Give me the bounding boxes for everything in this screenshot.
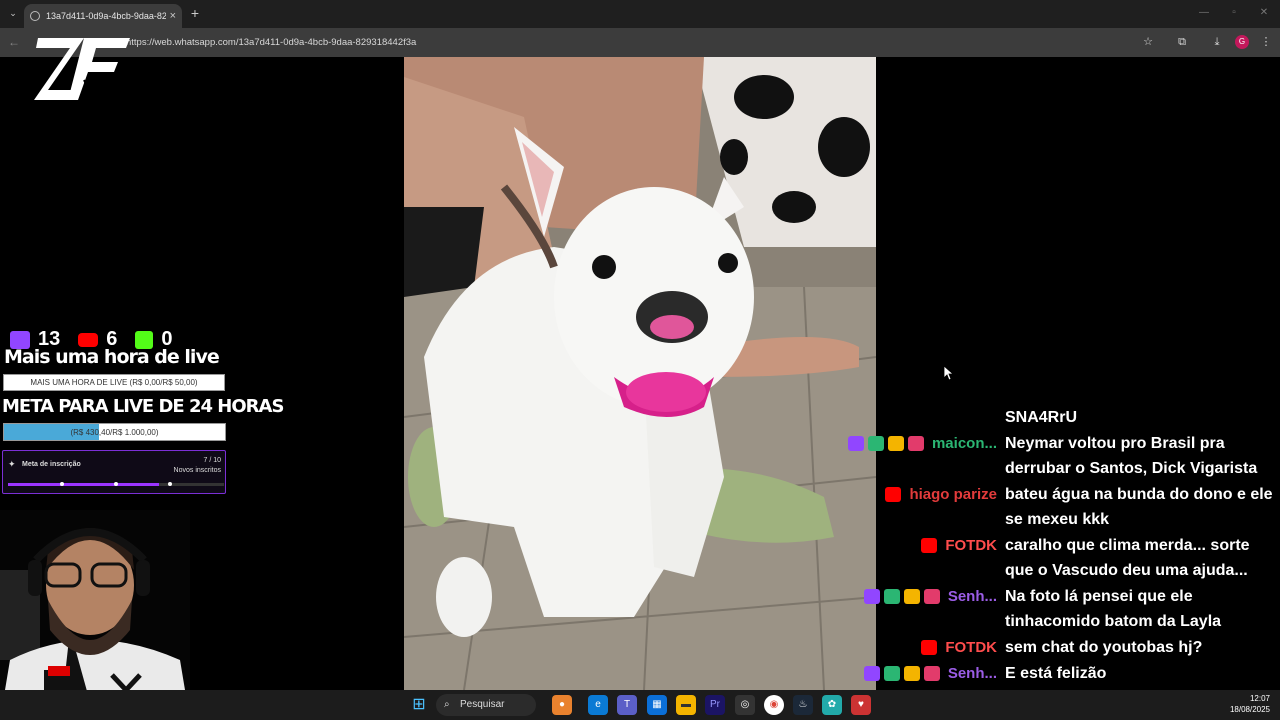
youtube-icon xyxy=(921,538,938,553)
chat-badge-icon xyxy=(887,436,904,451)
tab-close-icon[interactable]: × xyxy=(170,10,176,22)
star-icon: ✦ xyxy=(8,459,16,469)
store-icon[interactable]: ▦ xyxy=(647,695,667,715)
app-icon[interactable]: ✿ xyxy=(822,695,842,715)
taskbar-search[interactable]: ⌕ Pesquisar xyxy=(436,694,536,716)
sub-goal-marker xyxy=(60,482,64,486)
chat-message-text: Neymar voltou pro Brasil pra derrubar o … xyxy=(1005,435,1258,477)
chat-badge-icon xyxy=(883,666,900,681)
profile-avatar[interactable]: G xyxy=(1235,35,1249,49)
steam-icon[interactable]: ♨ xyxy=(793,695,813,715)
sub-goal-marker xyxy=(168,482,172,486)
sub-goal-marker xyxy=(114,482,118,486)
chat-badge-icon xyxy=(903,589,920,604)
chat-message-text: sem chat do youtobas hj? xyxy=(1005,639,1203,656)
chat-username[interactable]: Senh... xyxy=(948,584,997,609)
twitch-icon xyxy=(863,589,880,604)
chat-username[interactable]: FOTDK xyxy=(945,533,997,558)
goal-bar-1: MAIS UMA HORA DE LIVE (R$ 0,00/R$ 50,00) xyxy=(3,374,225,391)
chat-badge-icon xyxy=(923,589,940,604)
chat-badge-icon xyxy=(903,666,920,681)
chat-username[interactable]: maicon... xyxy=(932,431,997,456)
sub-goal-count: 7 / 10 Novos inscritos xyxy=(174,456,221,476)
sub-goal-widget: ✦ Meta de inscrição 7 / 10 Novos inscrit… xyxy=(2,450,226,494)
tab-title: 13a7d411-0d9a-4bcb-9daa-82 xyxy=(46,11,166,21)
sub-goal-track xyxy=(8,482,224,486)
twitch-icon xyxy=(847,436,864,451)
chat-message-text: Na foto lá pensei que ele tinhacomido ba… xyxy=(1005,588,1222,630)
globe-icon xyxy=(30,11,40,21)
url-field[interactable]: https://web.whatsapp.com/13a7d411-0d9a-4… xyxy=(126,37,416,48)
taskbar-widget-icon[interactable]: ● xyxy=(552,695,572,715)
minimize-icon[interactable]: — xyxy=(1196,6,1212,20)
sub-goal-count-value: 7 / 10 xyxy=(203,457,221,464)
premiere-icon[interactable]: Pr xyxy=(705,695,725,715)
windows-taskbar xyxy=(0,690,1280,720)
chat-username[interactable]: hiago parize xyxy=(909,482,997,507)
chat-badge-icon xyxy=(907,436,924,451)
streamer-webcam xyxy=(0,510,190,720)
chat-badge-icon xyxy=(923,666,940,681)
app-icon[interactable]: ♥ xyxy=(851,695,871,715)
menu-kebab-icon[interactable]: ⋮ xyxy=(1259,35,1273,49)
close-window-icon[interactable]: ✕ xyxy=(1256,6,1272,20)
maximize-icon[interactable]: ▫ xyxy=(1226,6,1242,20)
browser-tab-active[interactable]: 13a7d411-0d9a-4bcb-9daa-82 × xyxy=(24,4,182,28)
chrome-icon[interactable]: ◉ xyxy=(764,695,784,715)
goal-bar-2-text: (R$ 430,40/R$ 1.000,00) xyxy=(70,428,159,437)
goal-title-2: META PARA LIVE DE 24 HORAS xyxy=(2,396,284,417)
obs-icon[interactable]: ◎ xyxy=(735,695,755,715)
goal-bar-2: (R$ 430,40/R$ 1.000,00) xyxy=(3,423,226,441)
clock-time: 12:07 xyxy=(1249,694,1270,703)
taskbar-search-placeholder: Pesquisar xyxy=(460,699,505,710)
shared-photo-dog xyxy=(404,57,876,690)
youtube-icon xyxy=(885,487,902,502)
chat-badge-icon xyxy=(867,436,884,451)
download-icon[interactable]: ⤓ xyxy=(1210,35,1224,49)
sub-goal-title: Meta de inscrição xyxy=(22,461,81,468)
taskbar-clock[interactable]: 12:07 18/08/2025 xyxy=(1226,693,1270,715)
edge-icon[interactable]: e xyxy=(588,695,608,715)
chat-message-text: bateu água na bunda do dono e ele se mex… xyxy=(1005,486,1273,528)
search-icon: ⌕ xyxy=(444,699,450,710)
zf-logo xyxy=(34,38,130,101)
new-tab-button[interactable]: + xyxy=(188,5,202,21)
chat-message-text: caralho que clima merda... sorte que o V… xyxy=(1005,537,1250,579)
chat-message-text: E está felizão xyxy=(1005,665,1107,682)
youtube-icon xyxy=(921,640,938,655)
clock-date: 18/08/2025 xyxy=(1229,705,1270,714)
sub-goal-fill xyxy=(8,483,160,486)
youtube-icon xyxy=(78,332,99,347)
sub-goal-label: Novos inscritos xyxy=(173,467,221,474)
back-arrow-icon[interactable]: ← xyxy=(8,35,22,49)
twitch-icon xyxy=(863,666,880,681)
chat-header-user: SNA4RrU xyxy=(1005,409,1078,426)
windows-start-icon[interactable]: ⊞ xyxy=(409,695,429,715)
file-explorer-icon[interactable]: ▬ xyxy=(676,695,696,715)
tab-search-icon[interactable]: ⌄ xyxy=(6,6,20,20)
chat-username[interactable]: Senh... xyxy=(948,661,997,686)
chat-username[interactable]: FOTDK xyxy=(945,635,997,660)
goal-title-1: Mais uma hora de live xyxy=(4,346,220,368)
teams-icon[interactable]: T xyxy=(617,695,637,715)
bookmark-star-icon[interactable]: ☆ xyxy=(1141,35,1155,49)
chat-badge-icon xyxy=(883,589,900,604)
mouse-cursor-icon xyxy=(944,366,954,380)
extensions-icon[interactable]: ⧉ xyxy=(1175,35,1189,49)
goal-bar-1-text: MAIS UMA HORA DE LIVE (R$ 0,00/R$ 50,00) xyxy=(30,378,198,387)
